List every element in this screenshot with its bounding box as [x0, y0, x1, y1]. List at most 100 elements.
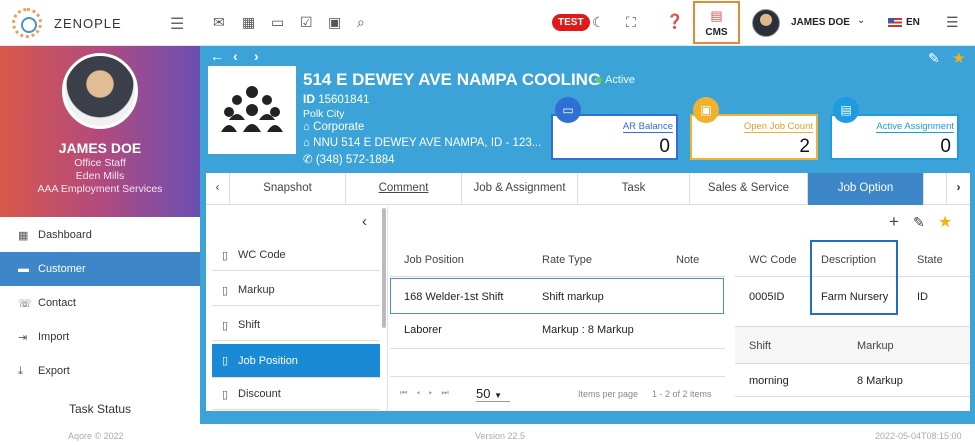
customer-id: 15601841	[318, 94, 370, 106]
page-size-value: 50	[476, 386, 491, 401]
chevron-down-icon[interactable]: ⌄	[857, 15, 865, 26]
star-icon[interactable]: ★	[938, 212, 952, 232]
sidebar-item-export[interactable]: ⤓ Export	[0, 354, 200, 388]
option-item-markup[interactable]: ▯ Markup	[212, 275, 380, 306]
tab-scroll-right-icon[interactable]: ›	[946, 173, 970, 205]
dark-mode-moon-icon[interactable]: ☾	[592, 14, 605, 31]
sidebar-item-dashboard[interactable]: ▦ Dashboard	[0, 218, 200, 252]
favorite-star-icon[interactable]: ★	[952, 49, 965, 67]
add-icon[interactable]: +	[889, 212, 899, 232]
option-label: Job Position	[238, 354, 298, 367]
col-description[interactable]: Description	[821, 254, 876, 266]
tab-snapshot[interactable]: Snapshot	[230, 173, 346, 205]
card-value: 2	[799, 136, 810, 157]
job-badge-icon: ▣	[693, 97, 719, 123]
calculator-icon[interactable]: ▦	[242, 14, 255, 31]
sidebar-item-label: Customer	[38, 263, 86, 275]
profile-company: AAA Employment Services	[37, 183, 163, 195]
col-wc-code[interactable]: WC Code	[749, 254, 797, 266]
list-menu-icon[interactable]: ☰	[946, 14, 959, 31]
rate-type-cell: Markup : 8 Markup	[542, 324, 634, 336]
edit-pencil-icon[interactable]: ✎	[928, 50, 940, 67]
rate-type-cell: Shift markup	[542, 291, 604, 303]
chat-icon[interactable]: ▭	[271, 14, 284, 31]
credit-card-icon: ▭	[555, 97, 581, 123]
us-flag-icon[interactable]	[888, 18, 902, 27]
option-label: Markup	[238, 284, 275, 296]
description-cell: Farm Nursery	[821, 291, 889, 303]
export-icon: ⤓	[18, 364, 23, 377]
tab-comment[interactable]: Comment	[346, 173, 462, 205]
mail-icon[interactable]: ✉	[213, 14, 225, 31]
tab-scroll-left-icon[interactable]: ‹	[206, 173, 230, 205]
customer-type: Corporate	[313, 121, 365, 133]
items-per-page-label: Items per page	[578, 389, 639, 399]
search-icon[interactable]: ⌕	[357, 14, 365, 31]
col-state[interactable]: State	[917, 254, 943, 266]
wc-code-cell: 0005ID	[749, 291, 785, 303]
edit-icon[interactable]: ✎	[913, 214, 925, 231]
sidebar-item-label: Dashboard	[38, 229, 92, 241]
test-badge: TEST	[552, 14, 590, 31]
cms-button[interactable]: ▤ CMS	[693, 1, 740, 44]
option-label: WC Code	[238, 249, 286, 261]
bookmark-icon: ▯	[222, 284, 229, 297]
col-rate-type[interactable]: Rate Type	[542, 254, 592, 266]
checkbox-icon[interactable]: ☑	[300, 14, 313, 31]
col-job-position[interactable]: Job Position	[404, 254, 464, 266]
option-item-discount[interactable]: ▯ Discount	[212, 379, 380, 410]
profile-avatar	[62, 53, 138, 129]
fullscreen-icon[interactable]: ⛶	[626, 14, 636, 31]
tab-sales-service[interactable]: Sales & Service	[690, 173, 808, 205]
pager-nav-icons[interactable]: ⏮◂▸⏭	[400, 388, 458, 398]
option-item-wc-code[interactable]: ▯ WC Code	[212, 240, 380, 271]
footer-version: Version 22.5	[475, 431, 526, 441]
profile-role: Office Staff	[74, 157, 126, 169]
card-value: 0	[940, 136, 951, 157]
sidebar-item-label: Export	[38, 365, 70, 377]
profile-location: Eden Mills	[75, 170, 125, 182]
dashboard-icon: ▦	[18, 229, 29, 242]
bookmark-icon: ▯	[222, 249, 229, 262]
card-label: AR Balance	[622, 121, 673, 133]
help-icon[interactable]: ❓	[666, 13, 683, 30]
user-name[interactable]: JAMES DOE	[791, 17, 850, 28]
tab-job-option[interactable]: Job Option	[808, 173, 924, 205]
tab-bar: ‹ Snapshot Comment Job & Assignment Task…	[206, 173, 970, 205]
calendar-icon[interactable]: ▣	[328, 14, 341, 31]
option-item-shift[interactable]: ▯ Shift	[212, 310, 380, 341]
cms-icon: ▤	[710, 8, 723, 23]
option-list-scrollbar[interactable]	[382, 208, 386, 328]
card-label: Active Assignment	[876, 121, 954, 133]
group-icon	[208, 66, 296, 154]
back-arrow-icon[interactable]: ←	[210, 48, 224, 64]
col-markup[interactable]: Markup	[857, 340, 894, 352]
sidebar-item-customer[interactable]: ▬ Customer	[0, 252, 200, 286]
tab-task[interactable]: Task	[578, 173, 690, 205]
page-size-select[interactable]: 50 ▼	[476, 386, 510, 402]
col-note[interactable]: Note	[676, 254, 699, 266]
language-selector[interactable]: EN	[906, 17, 920, 28]
hamburger-menu-icon[interactable]: ☰	[170, 14, 184, 34]
bookmark-icon: ▯	[222, 388, 229, 401]
option-item-job-position[interactable]: ▯ Job Position	[212, 344, 380, 378]
customer-icon: ▬	[18, 263, 29, 275]
user-avatar[interactable]	[752, 9, 780, 37]
col-shift[interactable]: Shift	[749, 340, 771, 352]
prev-chevron-icon[interactable]: ‹	[233, 48, 238, 64]
bookmark-icon: ▯	[222, 319, 229, 332]
contact-icon: ☏	[18, 297, 32, 310]
active-status-dot	[596, 77, 602, 83]
customer-address-row: ⌂ NNU 514 E DEWEY AVE NAMPA, ID - 123...	[303, 137, 541, 149]
zenople-logo-icon	[12, 8, 42, 38]
job-position-cell: 168 Welder-1st Shift	[404, 291, 504, 303]
footer-timestamp: 2022-05-04T08:15:00	[875, 431, 962, 441]
sidebar-item-import[interactable]: ⇥ Import	[0, 320, 200, 354]
app-logo-text: ZENOPLE	[54, 16, 122, 31]
job-position-cell: Laborer	[404, 324, 442, 336]
tab-job-assignment[interactable]: Job & Assignment	[462, 173, 578, 205]
collapse-chevron-icon[interactable]: ‹	[362, 213, 367, 230]
next-chevron-icon[interactable]: ›	[254, 48, 259, 64]
sidebar-item-contact[interactable]: ☏ Contact	[0, 286, 200, 320]
customer-status: Active	[605, 74, 635, 86]
